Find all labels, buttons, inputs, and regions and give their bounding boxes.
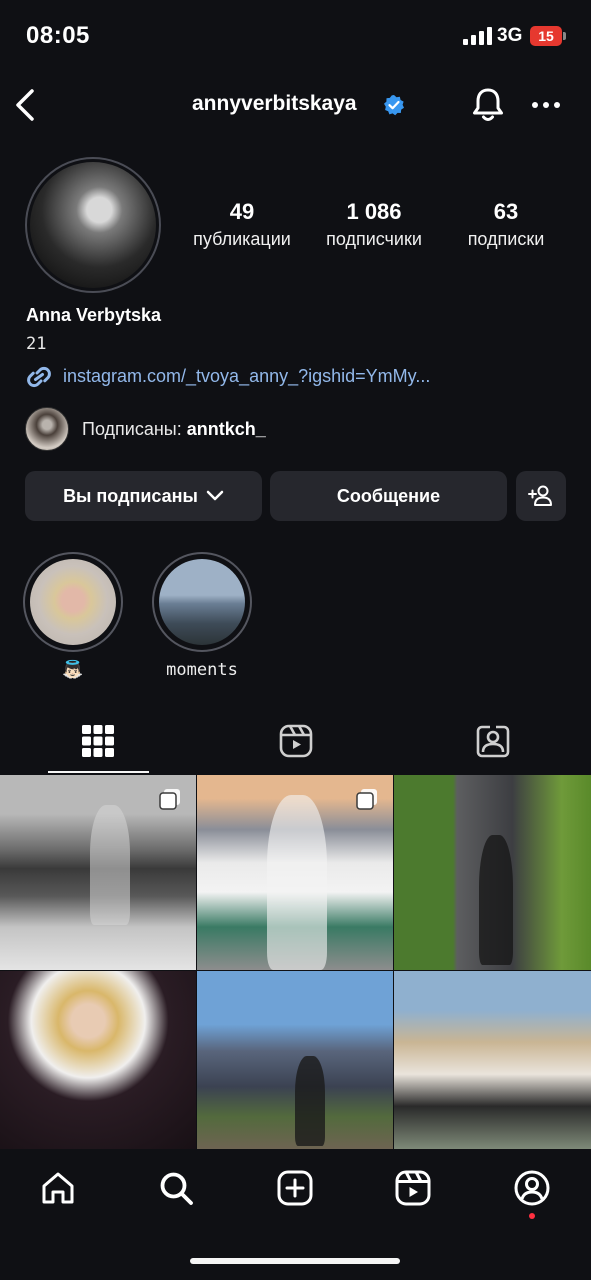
followed-by-text[interactable]: Подписаны: anntkch_ [82, 419, 266, 440]
bottom-navigation [0, 1150, 591, 1280]
stat-posts-label: публикации [193, 229, 291, 249]
status-time: 08:05 [26, 22, 90, 49]
highlight-cover [30, 559, 116, 645]
highlight-label: moments [166, 660, 238, 680]
nav-search-button[interactable] [154, 1166, 198, 1210]
reels-icon [395, 1170, 431, 1206]
nav-reels-button[interactable] [391, 1166, 435, 1210]
tab-tagged[interactable] [443, 712, 543, 770]
tab-reels[interactable] [246, 712, 346, 770]
posts-grid [0, 775, 591, 1149]
highlight-ring [23, 552, 123, 652]
message-button-label: Сообщение [336, 485, 441, 506]
message-button[interactable]: Сообщение [270, 471, 507, 521]
grid-icon [82, 725, 114, 757]
following-button-label: Вы подписаны [63, 485, 198, 506]
carousel-icon [159, 789, 180, 810]
link-icon [27, 366, 51, 388]
chevron-down-icon [206, 490, 224, 501]
carousel-icon [356, 789, 377, 810]
home-indicator [190, 1258, 400, 1264]
profile-username: annyverbitskaya [192, 92, 357, 115]
home-icon [42, 1172, 74, 1204]
tagged-icon [476, 725, 510, 758]
stat-following[interactable]: 63 подписки [458, 199, 554, 250]
reels-icon [279, 724, 313, 758]
profile-link[interactable]: instagram.com/_tvoya_anny_?igshid=YmMy..… [63, 366, 430, 387]
post-thumbnail[interactable] [394, 971, 591, 1149]
more-horizontal-icon[interactable] [530, 94, 562, 116]
followed-by-avatar[interactable] [25, 407, 69, 451]
battery-level: 15 [538, 28, 554, 44]
highlight-ring [152, 552, 252, 652]
highlight-cover [159, 559, 245, 645]
tab-posts-grid[interactable] [48, 712, 148, 770]
profile-icon [514, 1170, 550, 1206]
profile-avatar[interactable] [25, 157, 161, 293]
profile-tabs [0, 712, 591, 774]
highlight-label: 👼🏻 [62, 660, 84, 680]
avatar-image [30, 162, 156, 288]
bell-icon[interactable] [470, 86, 506, 124]
signal-icon [463, 27, 492, 45]
followed-by-prefix: Подписаны: [82, 419, 187, 439]
story-highlight[interactable]: moments [152, 552, 252, 680]
active-tab-indicator [48, 771, 149, 773]
stat-followers[interactable]: 1 086 подписчики [316, 199, 432, 250]
chevron-left-icon[interactable] [12, 86, 40, 124]
battery-icon: 15 [530, 26, 566, 46]
notification-dot [529, 1213, 535, 1219]
stat-followers-count: 1 086 [346, 199, 402, 224]
stat-posts[interactable]: 49 публикации [187, 199, 297, 250]
nav-profile-button[interactable] [510, 1166, 554, 1210]
network-type: 3G [497, 25, 523, 46]
add-user-button[interactable] [516, 471, 566, 521]
stat-followers-label: подписчики [326, 229, 422, 249]
post-thumbnail[interactable] [197, 971, 393, 1149]
followed-by-username[interactable]: anntkch_ [187, 419, 266, 439]
profile-header: annyverbitskaya [0, 80, 591, 130]
profile-bio: 21 [26, 334, 47, 354]
profile-full-name: Anna Verbytska [26, 305, 162, 325]
post-thumbnail[interactable] [0, 775, 196, 970]
post-thumbnail[interactable] [197, 775, 393, 970]
stat-posts-count: 49 [229, 199, 255, 224]
stat-following-label: подписки [467, 229, 545, 249]
verified-badge-icon [384, 95, 404, 116]
post-thumbnail[interactable] [0, 971, 196, 1149]
following-button[interactable]: Вы подписаны [25, 471, 262, 521]
post-thumbnail[interactable] [394, 775, 591, 970]
story-highlight[interactable]: 👼🏻 [23, 552, 123, 680]
status-bar: 08:05 3G 15 [0, 0, 591, 70]
search-icon [160, 1172, 193, 1205]
add-user-icon [528, 485, 552, 506]
nav-create-button[interactable] [273, 1166, 317, 1210]
stat-following-count: 63 [493, 199, 519, 224]
nav-home-button[interactable] [36, 1166, 80, 1210]
create-icon [277, 1170, 313, 1206]
